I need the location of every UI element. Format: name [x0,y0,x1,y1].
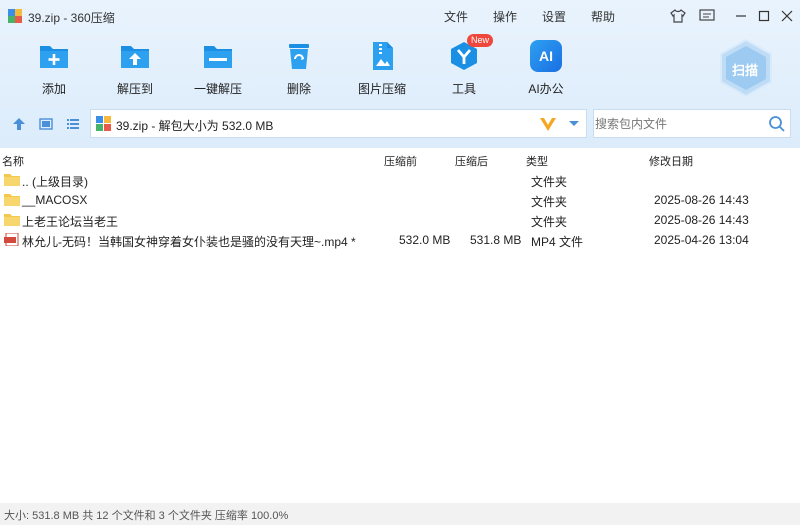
tools-button[interactable]: 工具 [428,38,498,100]
file-type: 文件夹 [531,175,568,189]
ai-office-button[interactable]: AI AI办公 [510,38,580,100]
file-type: 文件夹 [531,195,568,209]
maximize-button[interactable] [754,6,774,26]
menu-help[interactable]: 帮助 [591,8,615,25]
image-compress-icon [373,42,393,70]
menu-settings[interactable]: 设置 [542,8,566,25]
file-name: .. (上级目录) [22,175,88,189]
tools-label: 工具 [451,82,476,96]
ai-icon: AI [530,40,562,72]
search-input[interactable] [595,111,763,136]
folder-icon [4,194,20,206]
app-zip-icon [8,9,22,23]
add-button[interactable]: 添加 [18,38,88,100]
one-click-extract-icon [204,46,232,68]
status-bar: 大小: 531.8 MB 共 12 个文件和 3 个文件夹 压缩率 100.0% [0,503,800,525]
close-button[interactable] [777,6,797,26]
search-icon[interactable] [768,115,786,133]
file-name: 林允儿-无码！当韩国女神穿着女仆装也是骚的没有天理~.mp4 * [22,235,356,249]
add-icon [40,46,68,68]
column-modified[interactable]: 修改日期 [649,153,693,169]
extract-to-icon [121,46,149,68]
image-compress-button[interactable]: 图片压缩 [346,38,416,100]
menu-operate[interactable]: 操作 [493,8,517,25]
file-modified: 2025-08-26 14:43 [654,213,749,227]
file-type: 文件夹 [531,215,568,229]
file-size-after: 531.8 MB [470,233,522,247]
file-row-parent[interactable]: .. (上级目录) 文件夹 [0,170,800,190]
one-click-extract-button[interactable]: 一键解压 [182,38,252,100]
search-box[interactable] [593,109,791,138]
file-row[interactable]: 林允儿-无码！当韩国女神穿着女仆装也是骚的没有天理~.mp4 * 532.0 M… [0,230,800,250]
address-bar[interactable]: 39.zip - 解包大小为 532.0 MB [90,109,587,138]
zip-file-icon [96,116,111,131]
column-type[interactable]: 类型 [526,153,548,169]
file-row[interactable]: 上老王论坛当老王 文件夹 2025-08-26 14:43 [0,210,800,230]
delete-button[interactable]: 删除 [263,38,333,100]
file-name: __MACOSX [22,193,88,207]
feedback-icon[interactable] [697,6,717,26]
ai-office-label: AI办公 [528,82,564,96]
status-text: 大小: 531.8 MB 共 12 个文件和 3 个文件夹 压缩率 100.0% [4,510,289,522]
minimize-button[interactable] [731,6,751,26]
file-type: MP4 文件 [531,235,584,249]
column-name[interactable]: 名称 [2,153,24,169]
address-path: 39.zip - 解包大小为 532.0 MB [116,119,274,133]
folder-icon [4,214,20,226]
up-arrow-icon[interactable] [12,117,26,131]
file-modified: 2025-04-26 13:04 [654,233,749,247]
skin-icon[interactable] [668,6,688,26]
view-list-icon[interactable] [66,117,80,131]
view-thumbnail-icon[interactable] [39,117,53,131]
file-modified: 2025-08-26 14:43 [654,193,749,207]
new-badge: New [467,34,494,47]
chevron-down-icon[interactable] [567,116,581,130]
extract-to-button[interactable]: 解压到 [99,38,169,100]
one-click-extract-label: 一键解压 [193,82,242,96]
folder-icon [4,174,20,186]
scan-button[interactable]: 扫描 [718,38,774,98]
recycle-bin-icon [289,44,309,69]
v-logo-icon[interactable] [539,116,557,132]
file-size-before: 532.0 MB [399,233,451,247]
menu-file[interactable]: 文件 [444,8,468,25]
add-label: 添加 [41,82,66,96]
delete-label: 删除 [286,82,311,96]
image-compress-label: 图片压缩 [357,82,406,96]
title-bar: 39.zip - 360压缩 文件 操作 设置 帮助 [0,0,800,32]
scan-label: 扫描 [732,63,759,78]
extract-to-label: 解压到 [116,82,153,96]
column-size-after[interactable]: 压缩后 [455,153,488,169]
column-size-before[interactable]: 压缩前 [384,153,417,169]
mp4-file-icon [4,233,19,246]
file-name: 上老王论坛当老王 [22,215,119,229]
window-title: 39.zip - 360压缩 [28,11,115,25]
file-row[interactable]: __MACOSX 文件夹 2025-08-26 14:43 [0,190,800,210]
